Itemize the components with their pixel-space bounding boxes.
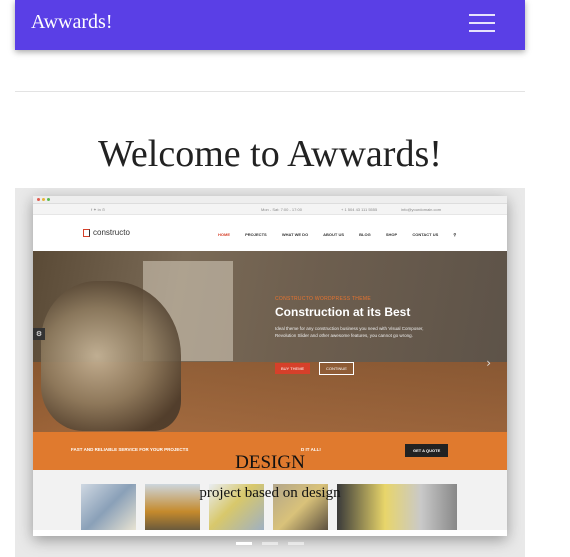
carousel-indicator[interactable] (262, 542, 278, 545)
carousel[interactable]: f ✦ in ⊙ Mon - Sat: 7:00 - 17:00 + 1 504… (15, 188, 525, 557)
brand-link[interactable]: Awwards! (31, 11, 112, 34)
gear-icon: ⚙ (33, 328, 45, 340)
hamburger-menu-icon[interactable] (469, 11, 495, 33)
logo-mark-icon (83, 229, 90, 237)
site-hero: ⚙ CONSTRUCTO WORDPRESS THEME Constructio… (33, 251, 507, 432)
carousel-indicators (15, 532, 525, 550)
slide-caption-subtitle: project based on design (199, 485, 341, 501)
slide-caption-title: DESIGN (235, 452, 305, 473)
menu-item-home: HOME (218, 232, 230, 237)
divider (15, 91, 525, 92)
site-logo: constructo (83, 228, 130, 237)
site-menu: HOME PROJECTS WHAT WE DO ABOUT US BLOG S… (218, 232, 470, 237)
hero-kicker: CONSTRUCTO WORDPRESS THEME (275, 296, 371, 302)
menu-item-about-us: ABOUT US (323, 232, 345, 237)
email-text: info@yourdomain.com (401, 207, 442, 212)
buy-theme-button: BUY THEME (275, 363, 311, 374)
continue-button: CONTINUE (319, 362, 354, 375)
menu-item-projects: PROJECTS (245, 232, 267, 237)
work-glove-image (41, 281, 181, 431)
phone-text: + 1 504 43 111 5555 (341, 207, 378, 212)
hours-text: Mon - Sat: 7:00 - 17:00 (261, 207, 302, 212)
maximize-dot-icon (47, 198, 50, 201)
minimize-dot-icon (42, 198, 45, 201)
page-title: Welcome to Awwards! (98, 133, 442, 175)
close-dot-icon (37, 198, 40, 201)
chevron-right-icon: › (486, 356, 491, 370)
social-icons: f ✦ in ⊙ (91, 207, 106, 212)
site-topbar: f ✦ in ⊙ Mon - Sat: 7:00 - 17:00 + 1 504… (33, 204, 507, 215)
logo-text: constructo (93, 228, 130, 237)
browser-chrome (33, 196, 507, 204)
menu-item-shop: SHOP (385, 232, 398, 237)
menu-item-contact-us: CONTACT US (412, 232, 439, 237)
hero-title: Construction at its Best (275, 305, 411, 319)
navbar: Awwards! (15, 0, 525, 50)
site-header: constructo HOME PROJECTS WHAT WE DO ABOU… (33, 215, 507, 251)
carousel-indicator[interactable] (236, 542, 252, 545)
menu-item-what-we-do: WHAT WE DO (281, 232, 309, 237)
hero-description: Ideal theme for any construction busines… (275, 326, 424, 338)
carousel-indicator[interactable] (288, 542, 304, 545)
menu-item-blog: BLOG (359, 232, 371, 237)
search-icon: ⚲ (453, 232, 457, 237)
